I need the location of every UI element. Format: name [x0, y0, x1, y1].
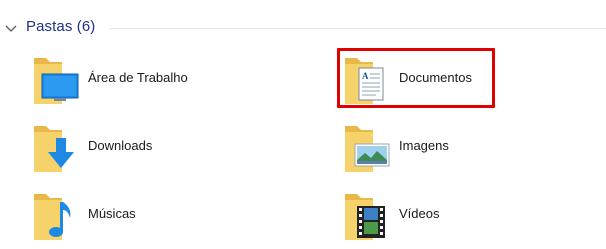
videos-folder-icon — [345, 194, 385, 240]
folder-label: Downloads — [88, 138, 153, 153]
folder-item-pictures[interactable]: Imagens — [343, 120, 573, 176]
desktop-folder-icon — [34, 58, 79, 104]
folders-group-title: Pastas (6) — [26, 18, 96, 35]
folder-label: Área de Trabalho — [88, 70, 188, 85]
group-divider — [110, 28, 606, 29]
folder-label: Vídeos — [399, 206, 440, 221]
folder-item-downloads[interactable]: Downloads — [32, 120, 262, 176]
folder-item-music[interactable]: Músicas — [32, 188, 262, 244]
folder-item-videos[interactable]: Vídeos — [343, 188, 573, 244]
folders-group-header[interactable]: Pastas (6) — [0, 14, 606, 42]
music-folder-icon — [34, 194, 71, 240]
downloads-folder-icon — [34, 126, 74, 172]
chevron-down-icon[interactable] — [4, 22, 18, 36]
folder-label: Músicas — [88, 206, 136, 221]
pictures-folder-icon — [345, 126, 390, 172]
folders-view: Pastas (6) Área de Trabalho A Documentos — [0, 0, 606, 249]
folder-item-desktop[interactable]: Área de Trabalho — [32, 52, 262, 108]
highlight-box-documents — [337, 48, 495, 108]
folder-label: Imagens — [399, 138, 449, 153]
